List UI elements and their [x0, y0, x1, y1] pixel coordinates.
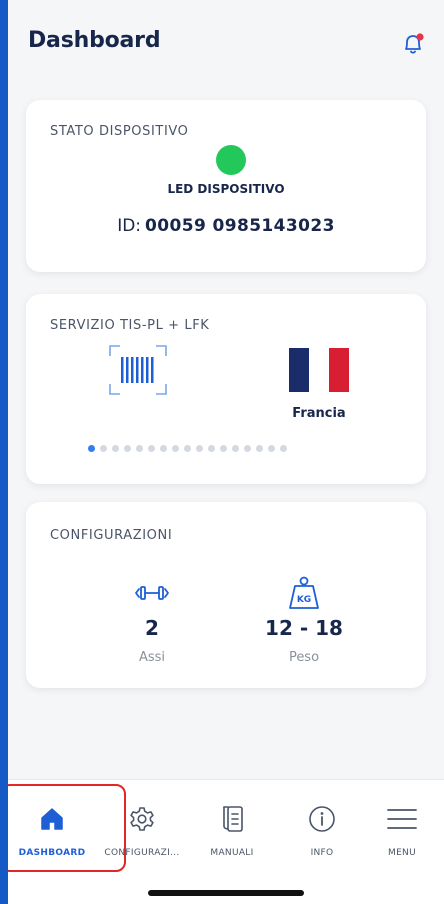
axes-value: 2: [145, 616, 159, 640]
carousel-dot[interactable]: [136, 445, 143, 452]
configurations-card[interactable]: CONFIGURAZIONI 2 Assi KG 12 - 18 Peso: [26, 502, 426, 688]
carousel-dot[interactable]: [124, 445, 131, 452]
france-flag-icon: [289, 348, 349, 392]
nav-label-menu: MENU: [388, 848, 416, 858]
notification-bell-icon[interactable]: [400, 30, 426, 58]
carousel-dot[interactable]: [208, 445, 215, 452]
device-status-card[interactable]: STATO DISPOSITIVO LED DISPOSITIVO ID: 000…: [26, 100, 426, 272]
barcode-scan-icon[interactable]: [108, 344, 168, 396]
carousel-dot[interactable]: [244, 445, 251, 452]
carousel-dot[interactable]: [232, 445, 239, 452]
carousel-dot[interactable]: [184, 445, 191, 452]
bottom-navigation: DASHBOARD CONFIGURAZI... MANUALI INFO ME…: [8, 779, 444, 904]
carousel-pagination[interactable]: [88, 445, 287, 452]
weight-kg-icon: KG: [244, 574, 364, 612]
nav-item-info[interactable]: INFO: [280, 800, 364, 858]
carousel-dot[interactable]: [268, 445, 275, 452]
nav-item-menu[interactable]: MENU: [360, 800, 444, 858]
info-icon: [280, 800, 364, 838]
menu-icon: [360, 800, 444, 838]
gear-icon: [100, 800, 184, 838]
weight-label: Peso: [288, 650, 320, 665]
nav-label-dashboard: DASHBOARD: [18, 848, 86, 858]
device-status-title: STATO DISPOSITIVO: [50, 124, 189, 139]
nav-item-configurations[interactable]: CONFIGURAZI...: [100, 800, 184, 858]
nav-label-configurations: CONFIGURAZI...: [104, 848, 180, 858]
svg-text:KG: KG: [297, 595, 311, 605]
weight-value: 12 - 18: [265, 616, 343, 640]
service-title: SERVIZIO TIS-PL + LFK: [50, 318, 210, 333]
device-id: ID: 00059 0985143023: [26, 216, 426, 236]
country-label: Francia: [292, 406, 346, 421]
nav-item-dashboard[interactable]: DASHBOARD: [10, 800, 94, 858]
device-id-prefix: ID:: [117, 216, 142, 236]
nav-label-info: INFO: [310, 848, 334, 858]
carousel-dot[interactable]: [280, 445, 287, 452]
manual-icon: [190, 800, 274, 838]
service-card[interactable]: SERVIZIO TIS-PL + LFK Francia: [26, 294, 426, 484]
carousel-dot[interactable]: [196, 445, 203, 452]
carousel-dot[interactable]: [148, 445, 155, 452]
top-bar: Dashboard: [8, 0, 444, 82]
device-led-indicator: [216, 145, 246, 175]
carousel-dot[interactable]: [256, 445, 263, 452]
nav-item-manuals[interactable]: MANUALI: [190, 800, 274, 858]
carousel-dot[interactable]: [160, 445, 167, 452]
carousel-dot-active[interactable]: [88, 445, 95, 452]
axes-config: 2 Assi: [92, 574, 212, 665]
device-id-value: 00059 0985143023: [145, 216, 335, 236]
carousel-dot[interactable]: [112, 445, 119, 452]
page-title: Dashboard: [28, 28, 161, 53]
axle-icon: [92, 574, 212, 612]
carousel-dot[interactable]: [172, 445, 179, 452]
device-led-label: LED DISPOSITIVO: [167, 182, 285, 196]
carousel-dot[interactable]: [100, 445, 107, 452]
app-screen: Dashboard STATO DISPOSITIVO LED DISPOSIT…: [8, 0, 444, 904]
configurations-title: CONFIGURAZIONI: [50, 528, 173, 543]
home-icon: [10, 800, 94, 838]
home-indicator[interactable]: [148, 890, 304, 896]
weight-config: KG 12 - 18 Peso: [244, 574, 364, 665]
carousel-dot[interactable]: [220, 445, 227, 452]
nav-label-manuals: MANUALI: [210, 848, 254, 858]
axes-label: Assi: [138, 650, 166, 665]
